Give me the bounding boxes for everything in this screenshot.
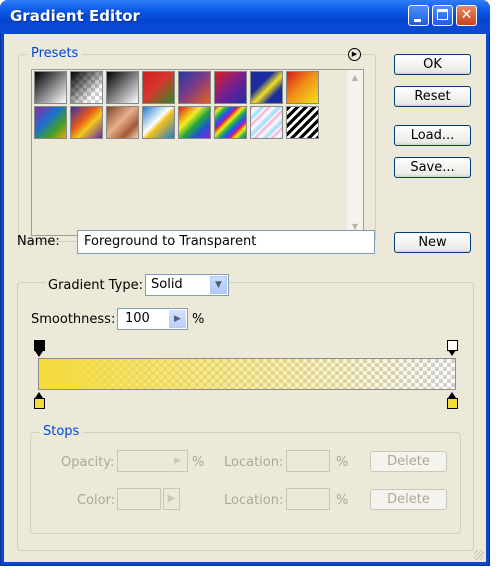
maximize-button[interactable] — [432, 5, 453, 26]
smoothness-unit: % — [192, 312, 205, 327]
dialog-body: Presets ▶ ▲ ▼ OK Reset Load... Save... N… — [4, 34, 486, 562]
ok-button[interactable]: OK — [394, 54, 471, 75]
gradient-type-label: Gradient Type: — [46, 278, 145, 293]
stops-group: Stops — [30, 424, 461, 534]
opacity-location-label: Location: — [224, 455, 284, 470]
preset-swatch[interactable] — [142, 71, 175, 104]
preset-swatch[interactable] — [214, 106, 247, 139]
preset-swatch[interactable] — [34, 71, 67, 104]
circle-arrow-right-icon[interactable]: ▶ — [348, 48, 361, 61]
opacity-label: Opacity: — [61, 455, 115, 470]
gradient-type-select[interactable]: Solid ▼ — [145, 274, 229, 296]
preset-swatch[interactable] — [34, 106, 67, 139]
gradient-preview-bar[interactable] — [38, 358, 456, 390]
presets-list[interactable]: ▲ ▼ — [31, 69, 364, 236]
smoothness-value: 100 — [125, 311, 150, 326]
slider-arrow-icon: ▶ — [174, 456, 181, 466]
chevron-down-icon[interactable]: ▼ — [210, 276, 227, 294]
stops-legend: Stops — [39, 424, 84, 439]
slider-arrow-icon[interactable]: ▶ — [169, 310, 186, 328]
opacity-location-field[interactable] — [286, 450, 330, 472]
preset-swatch[interactable] — [214, 71, 247, 104]
preset-swatch[interactable] — [142, 106, 175, 139]
gradient-type-value: Solid — [151, 277, 183, 292]
save-button[interactable]: Save... — [394, 157, 471, 178]
preset-swatch[interactable] — [70, 106, 103, 139]
color-arrow-icon[interactable]: ▶ — [163, 488, 180, 510]
preset-swatch[interactable] — [106, 71, 139, 104]
opacity-location-unit: % — [336, 455, 349, 470]
new-button[interactable]: New — [394, 232, 471, 253]
close-icon: ✕ — [460, 7, 473, 23]
preset-swatch[interactable] — [286, 106, 319, 139]
reset-button[interactable]: Reset — [394, 86, 471, 107]
color-stop-start[interactable] — [34, 392, 45, 410]
opacity-unit: % — [192, 455, 205, 470]
minimize-button[interactable] — [408, 5, 429, 26]
window-title: Gradient Editor — [10, 7, 140, 25]
name-field[interactable]: Foreground to Transparent — [77, 230, 375, 254]
name-label: Name: — [17, 234, 60, 249]
title-bar[interactable]: Gradient Editor ✕ — [0, 0, 490, 34]
presets-scrollbar[interactable]: ▲ ▼ — [347, 70, 363, 235]
preset-swatch[interactable] — [250, 71, 283, 104]
color-swatch-field[interactable] — [117, 488, 161, 510]
preset-swatch[interactable] — [250, 106, 283, 139]
resize-grip-icon[interactable] — [474, 550, 484, 560]
color-delete-button[interactable]: Delete — [370, 489, 447, 510]
close-button[interactable]: ✕ — [456, 5, 477, 26]
presets-legend: Presets — [27, 46, 83, 61]
smoothness-label: Smoothness: — [31, 312, 116, 327]
gradient-fill — [39, 359, 455, 389]
opacity-stop-end[interactable] — [447, 340, 458, 358]
color-label: Color: — [77, 493, 116, 508]
opacity-stop-start[interactable] — [34, 340, 45, 358]
preset-swatch[interactable] — [178, 106, 211, 139]
preset-swatch[interactable] — [178, 71, 211, 104]
gradient-editor-window: Gradient Editor ✕ Presets ▶ ▲ ▼ OK Reset… — [0, 0, 490, 566]
preset-swatch[interactable] — [106, 106, 139, 139]
color-stop-end[interactable] — [447, 392, 458, 410]
load-button[interactable]: Load... — [394, 125, 471, 146]
opacity-field[interactable]: ▶ — [117, 450, 188, 472]
preset-swatch[interactable] — [70, 71, 103, 104]
smoothness-field[interactable]: 100 ▶ — [117, 308, 188, 330]
preset-swatch[interactable] — [286, 71, 319, 104]
color-location-label: Location: — [224, 493, 284, 508]
color-location-field[interactable] — [286, 488, 330, 510]
maximize-icon — [433, 6, 452, 25]
scroll-up-icon[interactable]: ▲ — [348, 71, 362, 85]
opacity-delete-button[interactable]: Delete — [370, 451, 447, 472]
minimize-icon — [409, 6, 428, 25]
color-location-unit: % — [336, 493, 349, 508]
